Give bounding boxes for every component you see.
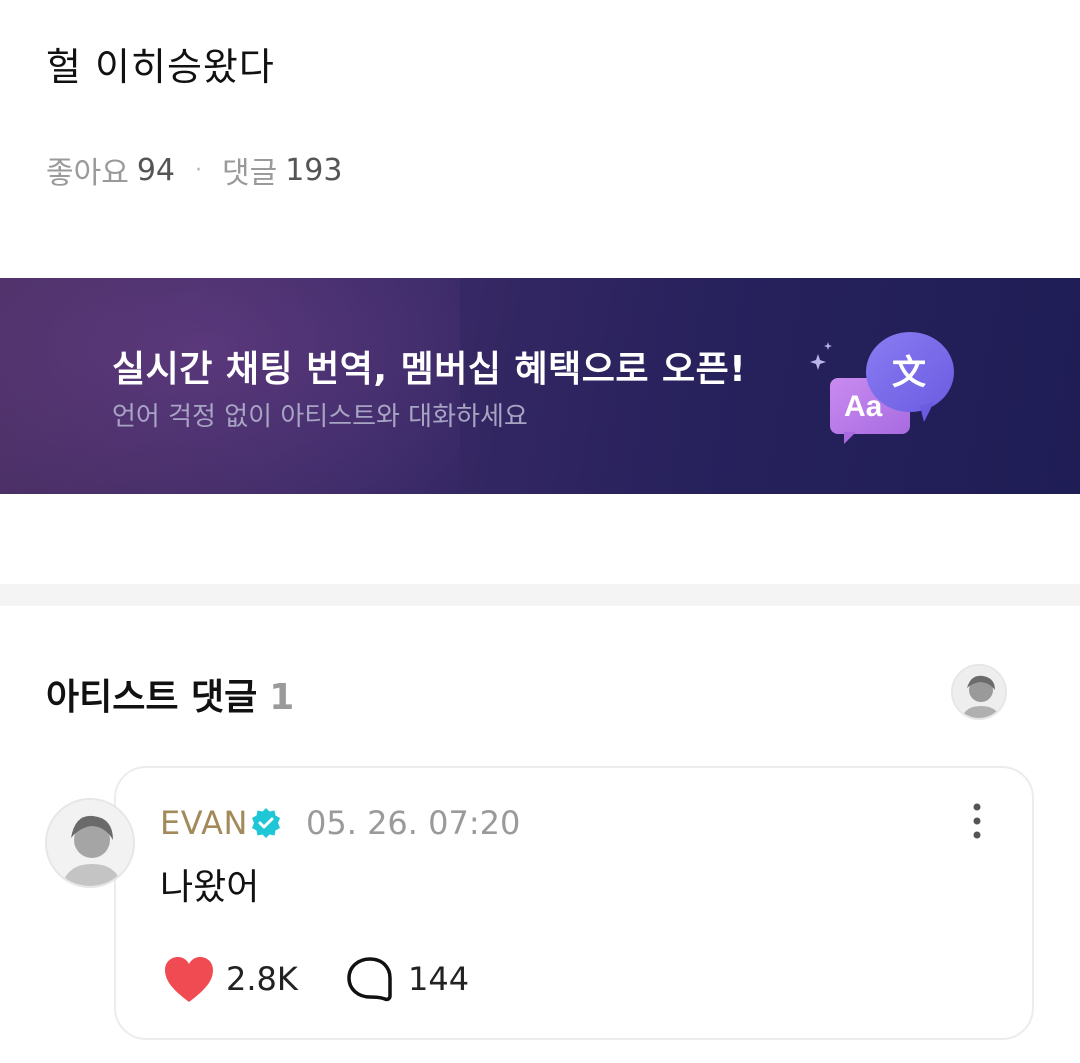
comments-count: 193 [285,152,343,188]
author-avatar-image [47,800,133,886]
comment-timestamp: 05. 26. 07:20 [306,804,521,842]
banner-title: 실시간 채팅 번역, 멤버십 혜택으로 오픈! [112,349,747,390]
like-count: 2.8K [226,960,298,998]
comment-author-name[interactable]: EVAN [160,804,248,842]
post-text: 헐 이히승왔다 [46,45,275,89]
likes-label: 좋아요 [46,156,129,191]
translate-bubbles-icon: Aa 文 [810,332,954,444]
likes-count: 94 [136,152,175,188]
section-divider [0,584,1080,606]
artist-comments-heading: 아티스트 댓글 1 [46,668,294,720]
speech-bubble-icon[interactable] [345,955,395,1005]
reply-count: 144 [408,960,470,998]
artist-comments-title: 아티스트 댓글 [46,677,258,718]
bubble-text-wen: 文 [892,353,926,393]
post-stats: 좋아요 94 · 댓글 193 [46,148,342,192]
artist-comments-count: 1 [269,677,295,718]
comment-author-avatar[interactable] [45,798,135,888]
membership-banner[interactable]: 실시간 채팅 번역, 멤버십 혜택으로 오픈! 언어 걱정 없이 아티스트와 대… [0,278,1080,494]
comment-text: 나왔어 [160,867,260,908]
comments-label: 댓글 [222,156,278,191]
artist-avatar-filter[interactable] [951,664,1007,720]
banner-subtitle: 언어 걱정 없이 아티스트와 대화하세요 [112,402,528,432]
verified-badge-icon [252,808,280,838]
artist-avatar-image [953,666,1005,718]
post-detail-page: 헐 이히승왔다 좋아요 94 · 댓글 193 실시간 채팅 번역, 멤버십 혜… [0,0,1080,1063]
more-vertical-icon[interactable] [962,800,992,842]
stats-separator: · [195,157,202,183]
heart-icon[interactable] [163,956,215,1004]
